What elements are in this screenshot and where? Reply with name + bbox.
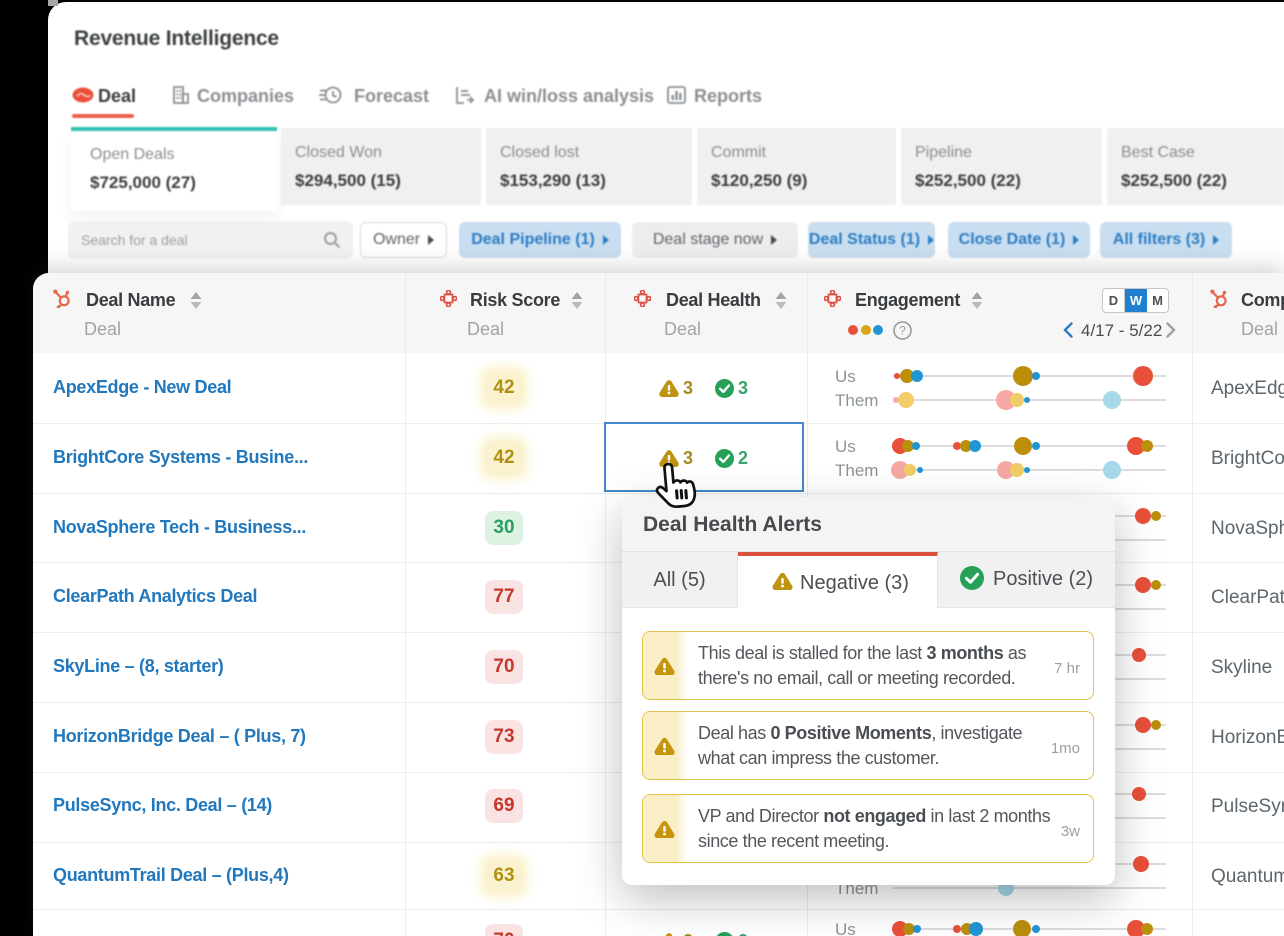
svg-text:?: ? xyxy=(899,324,906,338)
